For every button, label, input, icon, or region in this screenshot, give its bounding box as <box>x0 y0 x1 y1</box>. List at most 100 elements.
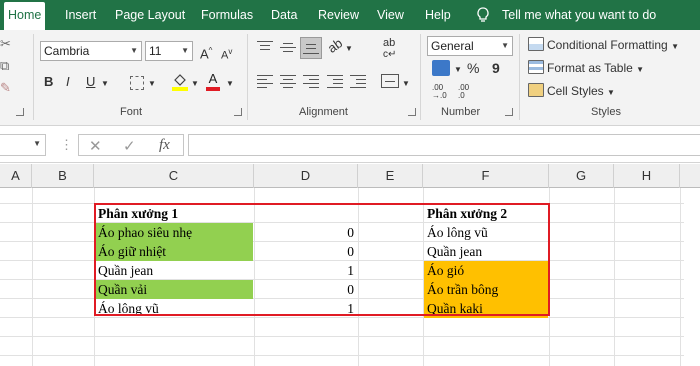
cell-f-header[interactable]: Phân xưởng 2 <box>424 204 548 223</box>
cell-f-row4[interactable]: Áo trần bông <box>424 280 548 299</box>
vertical-scrollbar[interactable] <box>684 188 700 366</box>
chevron-down-icon[interactable]: ▼ <box>454 62 462 78</box>
format-painter-icon[interactable]: ✎ <box>0 80 11 96</box>
cell-c-row2[interactable]: Áo giữ nhiệt <box>95 242 253 261</box>
tab-review[interactable]: Review <box>318 0 359 30</box>
tab-help[interactable]: Help <box>425 0 451 30</box>
ribbon-tab-bar: Home Insert Page Layout Formulas Data Re… <box>0 0 700 30</box>
column-header-d[interactable]: D <box>254 164 358 188</box>
column-header-e[interactable]: E <box>358 164 423 188</box>
shrink-font-button[interactable]: Av <box>221 44 232 64</box>
align-right-icon[interactable] <box>303 74 319 88</box>
conditional-formatting-button[interactable]: Conditional Formatting ▼ <box>528 37 679 55</box>
grow-font-label: A <box>200 46 209 62</box>
cell-c-row1[interactable]: Áo phao siêu nhẹ <box>95 223 253 242</box>
font-size-value: 11 <box>149 44 162 58</box>
tell-me-search[interactable]: Tell me what you want to do <box>476 0 676 30</box>
font-size-combo[interactable]: 11 ▼ <box>145 41 193 61</box>
align-left-icon[interactable] <box>257 74 273 88</box>
font-launcher-icon[interactable] <box>234 108 242 116</box>
drag-handle-icon[interactable]: ⋮ <box>60 137 73 153</box>
gridline <box>0 336 700 337</box>
tab-formulas[interactable]: Formulas <box>201 0 253 30</box>
cell-f-row2[interactable]: Quần jean <box>424 242 548 261</box>
tab-view[interactable]: View <box>377 0 404 30</box>
chevron-down-icon[interactable]: ▼ <box>101 76 109 92</box>
cell-d-row5[interactable]: 1 <box>255 299 358 318</box>
orientation-icon[interactable]: ab <box>325 35 346 56</box>
cell-d-row4[interactable]: 0 <box>255 280 358 299</box>
font-color-button[interactable]: A <box>206 72 220 92</box>
tab-home[interactable]: Home <box>4 2 46 30</box>
tab-insert[interactable]: Insert <box>65 0 96 30</box>
alignment-launcher-icon[interactable] <box>408 108 416 116</box>
cell-f-row1[interactable]: Áo lông vũ <box>424 223 548 242</box>
cell-d-row3[interactable]: 1 <box>255 261 358 280</box>
align-bottom-button[interactable] <box>300 37 322 59</box>
cut-icon[interactable]: ✂ <box>0 36 11 52</box>
cell-styles-label: Cell Styles <box>547 84 604 98</box>
column-header-h[interactable]: H <box>614 164 680 188</box>
increase-indent-icon[interactable] <box>350 74 366 88</box>
percent-style-button[interactable]: % <box>467 60 479 76</box>
tab-data[interactable]: Data <box>271 0 297 30</box>
cell-c-row5[interactable]: Áo lông vũ <box>95 299 253 318</box>
column-header-b[interactable]: B <box>32 164 94 188</box>
cancel-icon[interactable]: ✕ <box>89 137 102 155</box>
grow-font-button[interactable]: A^ <box>200 43 212 62</box>
italic-button[interactable]: I <box>66 74 70 90</box>
align-center-icon[interactable] <box>280 74 296 88</box>
column-header-c[interactable]: C <box>94 164 254 188</box>
chevron-down-icon: ▼ <box>501 41 509 50</box>
font-name-combo[interactable]: Cambria ▼ <box>40 41 142 61</box>
cell-d-row2[interactable]: 0 <box>255 242 358 261</box>
bold-button[interactable]: B <box>44 74 53 90</box>
fill-color-button[interactable] <box>172 74 188 92</box>
lightbulb-icon <box>477 7 489 22</box>
underline-button[interactable]: U <box>86 74 95 90</box>
cell-styles-button[interactable]: Cell Styles ▼ <box>528 83 615 101</box>
merge-center-icon[interactable] <box>381 74 399 88</box>
format-as-table-button[interactable]: Format as Table ▼ <box>528 60 644 78</box>
cell-f-row5[interactable]: Quần kaki <box>424 299 548 318</box>
cell-d-row1[interactable]: 0 <box>255 223 358 242</box>
column-header-g[interactable]: G <box>549 164 614 188</box>
cell-f-row3[interactable]: Áo gió <box>424 261 548 280</box>
align-top-icon[interactable] <box>257 40 273 54</box>
font-color-letter: A <box>208 71 218 86</box>
chevron-down-icon[interactable]: ▼ <box>148 76 156 92</box>
comma-style-button[interactable]: 9 <box>492 60 500 76</box>
decrease-decimal-button[interactable]: .00 .0 <box>458 84 469 100</box>
gridline <box>0 355 700 356</box>
copy-icon[interactable]: ⧉ <box>0 58 9 74</box>
chevron-down-icon[interactable]: ▼ <box>226 76 234 92</box>
column-header-f[interactable]: F <box>423 164 549 188</box>
accounting-format-icon[interactable] <box>432 60 450 76</box>
tell-me-label: Tell me what you want to do <box>502 8 657 22</box>
cell-c-row4[interactable]: Quần vải <box>95 280 253 299</box>
number-format-combo[interactable]: General ▼ <box>427 36 513 56</box>
chevron-down-icon[interactable]: ▼ <box>402 76 410 92</box>
tab-page-layout[interactable]: Page Layout <box>115 0 185 30</box>
name-box[interactable]: ▼ <box>0 134 46 156</box>
wrap-text-button[interactable]: ab c↵ <box>383 38 396 61</box>
worksheet-grid[interactable]: Phân xưởng 1 Phân xưởng 2 Áo phao siêu n… <box>0 188 700 366</box>
chevron-down-icon[interactable]: ▼ <box>345 41 353 57</box>
format-as-table-icon <box>528 60 544 74</box>
formula-buttons: ✕ ✓ fx <box>78 134 184 156</box>
cell-c-header[interactable]: Phân xưởng 1 <box>95 204 253 223</box>
formula-input[interactable] <box>188 134 700 156</box>
column-headers: A B C D E F G H <box>0 164 700 188</box>
decrease-indent-icon[interactable] <box>327 74 343 88</box>
cell-c-row3[interactable]: Quần jean <box>95 261 253 280</box>
enter-icon[interactable]: ✓ <box>123 137 136 155</box>
insert-function-button[interactable]: fx <box>159 137 170 154</box>
increase-decimal-button[interactable]: .00 →.0 <box>432 84 447 100</box>
chevron-down-icon[interactable]: ▼ <box>191 76 199 92</box>
clipboard-launcher-icon[interactable] <box>16 108 24 116</box>
column-header-a[interactable]: A <box>0 164 32 188</box>
number-launcher-icon[interactable] <box>505 108 513 116</box>
borders-icon[interactable] <box>130 76 144 90</box>
align-middle-icon[interactable] <box>280 40 296 54</box>
number-group-label: Number <box>441 106 481 118</box>
